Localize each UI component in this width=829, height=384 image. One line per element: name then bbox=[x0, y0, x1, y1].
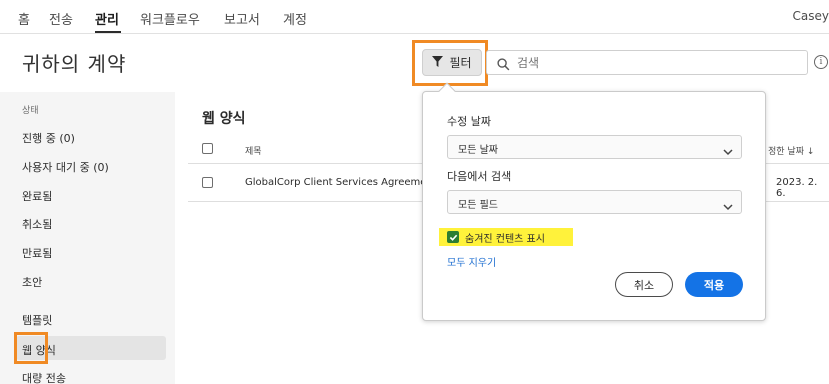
filter-button[interactable]: 필터 bbox=[422, 49, 482, 76]
show-hidden-checkbox[interactable] bbox=[447, 231, 459, 243]
search-box[interactable] bbox=[486, 50, 808, 75]
sidebar-item-canceled[interactable]: 취소됨 bbox=[22, 216, 52, 232]
nav-item-home[interactable]: 홈 bbox=[18, 9, 30, 28]
filter-button-label: 필터 bbox=[449, 56, 472, 70]
sidebar: 상태 진행 중 (0) 사용자 대기 중 (0) 완료됨 취소됨 만료됨 초안 … bbox=[0, 92, 175, 384]
sort-down-icon: ↓ bbox=[806, 147, 815, 157]
modified-date-value: 모든 날짜 bbox=[458, 145, 498, 156]
modified-date-label: 수정 날짜 bbox=[447, 115, 491, 128]
row-date: 2023. 2. 6. bbox=[776, 177, 818, 199]
info-icon[interactable]: i bbox=[814, 55, 828, 69]
nav-item-workflow[interactable]: 워크플로우 bbox=[140, 9, 200, 28]
column-header-title[interactable]: 제목 bbox=[245, 144, 262, 157]
sidebar-item-completed[interactable]: 완료됨 bbox=[22, 188, 52, 204]
user-name[interactable]: Casey bbox=[793, 9, 829, 23]
chevron-down-icon bbox=[723, 142, 733, 161]
nav-item-reports[interactable]: 보고서 bbox=[224, 9, 260, 28]
search-input[interactable] bbox=[517, 54, 797, 72]
column-header-modified[interactable]: 정한 날짜 ↓ bbox=[768, 144, 814, 157]
chevron-down-icon bbox=[723, 197, 733, 216]
nav-item-account[interactable]: 계정 bbox=[283, 9, 307, 28]
sidebar-item-expired[interactable]: 만료됨 bbox=[22, 245, 52, 261]
search-in-select[interactable]: 모든 필드 bbox=[447, 190, 742, 214]
show-hidden-label[interactable]: 숨겨진 컨텐츠 표시 bbox=[465, 230, 545, 245]
row-checkbox[interactable] bbox=[202, 177, 213, 188]
sidebar-status-heading: 상태 bbox=[22, 106, 39, 116]
search-in-label: 다음에서 검색 bbox=[447, 170, 512, 183]
clear-all-link[interactable]: 모두 지우기 bbox=[447, 254, 496, 269]
page-title: 귀하의 계약 bbox=[22, 52, 127, 76]
cancel-button[interactable]: 취소 bbox=[615, 272, 673, 297]
filter-popover: 수정 날짜 모든 날짜 다음에서 검색 모든 필드 숨겨진 컨텐츠 표시 모두 … bbox=[422, 82, 766, 321]
search-icon bbox=[497, 56, 510, 75]
nav-item-manage[interactable]: 관리 bbox=[95, 9, 119, 28]
section-title: 웹 양식 bbox=[202, 111, 246, 127]
select-all-checkbox[interactable] bbox=[202, 143, 213, 154]
row-title[interactable]: GlobalCorp Client Services Agreement bbox=[245, 177, 437, 188]
column-header-modified-label: 정한 날짜 bbox=[768, 147, 804, 157]
top-nav: 홈 전송 관리 워크플로우 보고서 계정 Casey bbox=[0, 0, 829, 34]
search-in-value: 모든 필드 bbox=[458, 200, 498, 211]
filter-icon bbox=[432, 55, 444, 70]
checkmark-icon bbox=[449, 234, 457, 241]
sidebar-item-templates[interactable]: 템플릿 bbox=[22, 312, 52, 328]
nav-item-send[interactable]: 전송 bbox=[49, 9, 73, 28]
web-forms-highlight-box bbox=[14, 332, 48, 364]
sidebar-item-waiting[interactable]: 사용자 대기 중 (0) bbox=[22, 159, 109, 175]
sidebar-item-draft[interactable]: 초안 bbox=[22, 274, 42, 290]
apply-button[interactable]: 적용 bbox=[685, 272, 743, 297]
sidebar-item-in-progress[interactable]: 진행 중 (0) bbox=[22, 130, 75, 146]
sidebar-item-mega-sign[interactable]: 대량 전송 bbox=[22, 370, 66, 384]
modified-date-select[interactable]: 모든 날짜 bbox=[447, 135, 742, 159]
nav-active-underline bbox=[95, 31, 121, 33]
